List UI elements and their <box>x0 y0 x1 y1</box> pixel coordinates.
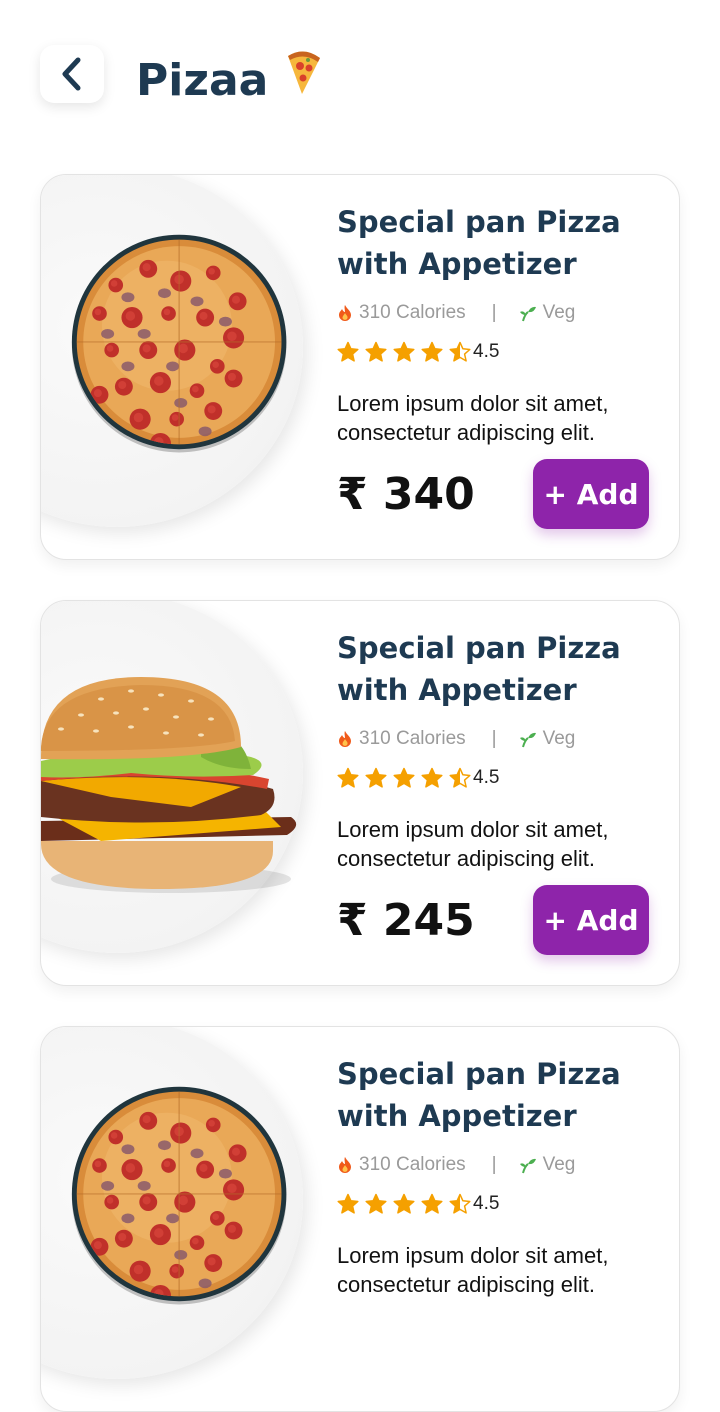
add-button[interactable]: + Add <box>533 459 649 529</box>
product-description: Lorem ipsum dolor sit amet, consectetur … <box>337 1243 609 1297</box>
star-full-icon <box>365 767 387 788</box>
star-half-icon <box>449 341 471 362</box>
pizza-image <box>41 1033 301 1368</box>
star-half-icon <box>449 1193 471 1214</box>
chevron-left-icon <box>58 56 86 92</box>
rating-value: 4.5 <box>473 341 500 362</box>
star-full-icon <box>393 1193 415 1214</box>
flame-icon <box>339 305 351 321</box>
product-price: ₹ 245 <box>337 895 475 946</box>
star-full-icon <box>421 767 443 788</box>
star-rating <box>337 1193 477 1215</box>
leaf-icon <box>519 1158 536 1174</box>
page-title-text: Pizaa <box>136 55 269 106</box>
meta-separator: | <box>491 1154 497 1175</box>
meta-separator: | <box>491 728 497 749</box>
product-card[interactable]: Special pan Pizza with Appetizer 310 Cal… <box>40 174 680 560</box>
product-meta: 310 Calories | Veg <box>337 725 667 753</box>
star-full-icon <box>365 1193 387 1214</box>
star-full-icon <box>337 341 359 362</box>
star-half-icon <box>449 767 471 788</box>
page-title: Pizaa <box>136 48 324 114</box>
product-price: ₹ 340 <box>337 469 475 520</box>
leaf-icon <box>519 306 536 322</box>
star-full-icon <box>393 341 415 362</box>
flame-icon <box>339 731 351 747</box>
pizza-slice-icon <box>282 48 324 114</box>
calories-text: 310 Calories <box>359 728 466 749</box>
product-meta: 310 Calories | Veg <box>337 299 667 327</box>
star-rating <box>337 341 477 363</box>
rating: 4.5 <box>337 765 499 791</box>
product-meta: 310 Calories | Veg <box>337 1151 667 1179</box>
add-button[interactable]: + Add <box>533 885 649 955</box>
diet-text: Veg <box>542 1154 576 1175</box>
back-button[interactable] <box>40 45 104 103</box>
star-full-icon <box>365 341 387 362</box>
star-full-icon <box>421 1193 443 1214</box>
product-name: Special pan Pizza with Appetizer <box>337 631 621 707</box>
flame-icon <box>339 1157 351 1173</box>
rating: 4.5 <box>337 339 499 365</box>
star-full-icon <box>337 767 359 788</box>
product-name: Special pan Pizza with Appetizer <box>337 205 621 281</box>
app-header: Pizaa <box>0 0 720 150</box>
star-full-icon <box>393 767 415 788</box>
leaf-icon <box>519 732 536 748</box>
product-description: Lorem ipsum dolor sit amet, consectetur … <box>337 391 609 445</box>
product-card[interactable]: Special pan Pizza with Appetizer 310 Cal… <box>40 1026 680 1412</box>
star-rating <box>337 767 477 789</box>
diet-text: Veg <box>542 302 576 323</box>
meta-separator: | <box>491 302 497 323</box>
calories-text: 310 Calories <box>359 1154 466 1175</box>
rating: 4.5 <box>337 1191 499 1217</box>
calories-text: 310 Calories <box>359 302 466 323</box>
product-card[interactable]: Special pan Pizza with Appetizer 310 Cal… <box>40 600 680 986</box>
product-description: Lorem ipsum dolor sit amet, consectetur … <box>337 817 609 871</box>
diet-text: Veg <box>542 728 576 749</box>
star-full-icon <box>421 341 443 362</box>
burger-image <box>41 629 301 964</box>
star-full-icon <box>337 1193 359 1214</box>
rating-value: 4.5 <box>473 767 500 788</box>
rating-value: 4.5 <box>473 1193 500 1214</box>
pizza-image <box>41 181 301 516</box>
product-name: Special pan Pizza with Appetizer <box>337 1057 621 1133</box>
